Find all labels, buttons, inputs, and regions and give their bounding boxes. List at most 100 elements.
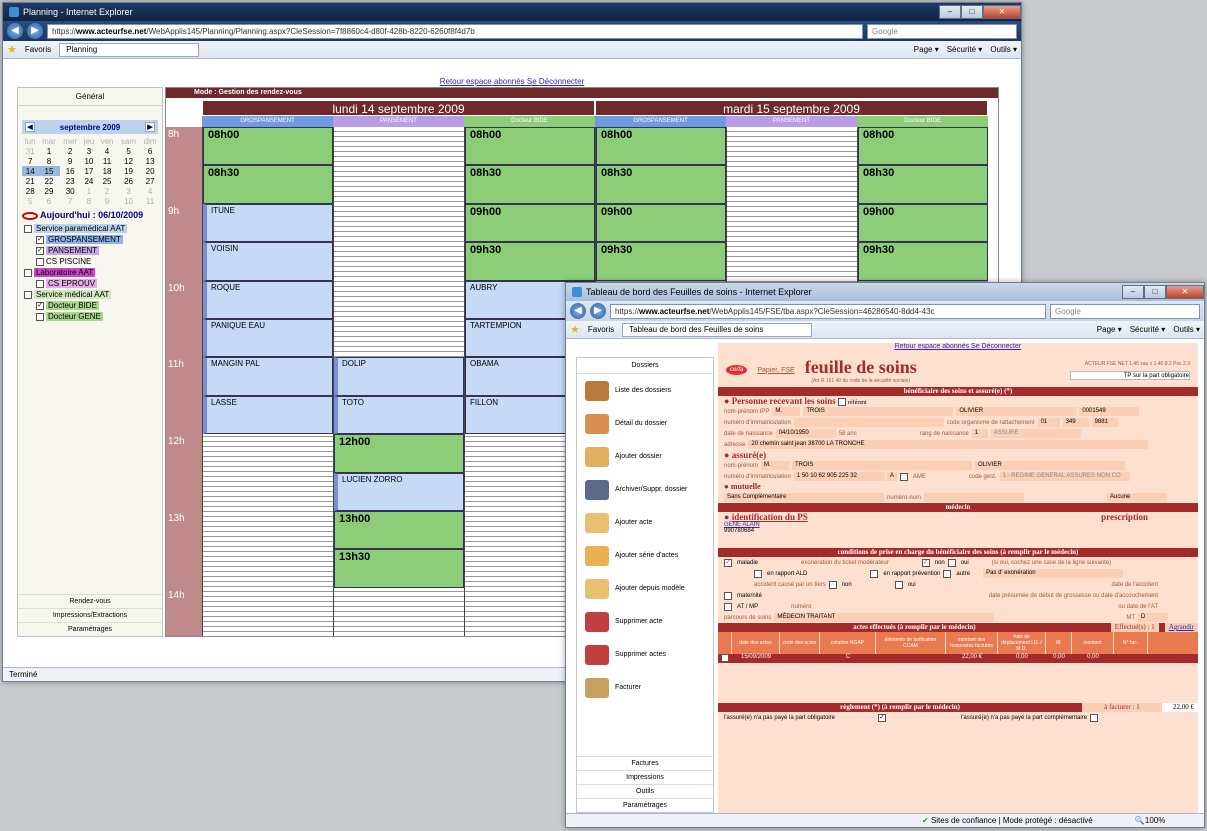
- calendar-day[interactable]: 27: [140, 176, 160, 186]
- dossier-menu-item[interactable]: Ajouter dossier: [577, 440, 713, 473]
- resource-column[interactable]: DOLIP TOTO 12h00 LUCIEN ZORRO 13h00 13h30: [333, 127, 464, 636]
- papier-fse-link[interactable]: Papier, FSE: [757, 367, 794, 374]
- calendar-day[interactable]: 30: [60, 186, 81, 196]
- resource-column[interactable]: 08h00 08h30 ITUNE VOISIN ROQUE PANIQUE EAU MAN…: [202, 127, 333, 636]
- acte-cell[interactable]: 0,00: [998, 654, 1046, 663]
- calendar-day[interactable]: 18: [97, 166, 117, 176]
- calendar-day[interactable]: 9: [97, 196, 117, 206]
- tree-checkbox[interactable]: [36, 312, 44, 321]
- tree-item[interactable]: Service médical AAT: [24, 290, 156, 301]
- appointment-slot[interactable]: 08h30: [596, 165, 726, 204]
- tree-item[interactable]: Service paramédical AAT: [24, 224, 156, 235]
- ipp-field[interactable]: 0001549: [1079, 407, 1140, 416]
- aucune-select[interactable]: Aucune: [1107, 493, 1168, 502]
- exo-non-checkbox[interactable]: ✓: [921, 558, 930, 567]
- appointment-slot[interactable]: 09h00: [596, 203, 726, 243]
- calendar-day[interactable]: 20: [140, 166, 160, 176]
- calendar-day[interactable]: 4: [97, 146, 117, 156]
- naissance-field[interactable]: 04/10/1950: [775, 429, 836, 438]
- acte-cell[interactable]: 0,00: [1072, 654, 1114, 663]
- calendar-day[interactable]: 31: [22, 146, 38, 156]
- calendar-day[interactable]: 26: [117, 176, 140, 186]
- calendar-day[interactable]: 11: [97, 156, 117, 166]
- url-field[interactable]: https://www.acteurfse.net/WebApplis145/F…: [610, 303, 1046, 319]
- dossier-menu-item[interactable]: Archiver/Suppr. dossier: [577, 473, 713, 506]
- calendar-day[interactable]: 10: [117, 196, 140, 206]
- appointment-slot[interactable]: ITUNE: [203, 203, 333, 243]
- ame-checkbox[interactable]: [899, 472, 908, 481]
- tree-item[interactable]: ✓ PANSEMENT: [24, 246, 156, 257]
- numero-nom-field[interactable]: [924, 493, 1025, 502]
- dossier-menu-item[interactable]: Supprimer actes: [577, 638, 713, 671]
- search-input[interactable]: Google: [867, 23, 1017, 39]
- tools-menu[interactable]: Outils ▾: [990, 45, 1017, 54]
- acte-checkbox[interactable]: ✓: [721, 654, 729, 662]
- acte-cell[interactable]: C: [820, 654, 876, 663]
- civilite-select[interactable]: M.: [772, 407, 801, 416]
- tools-menu[interactable]: Outils ▾: [1173, 325, 1200, 334]
- calendar-day[interactable]: 16: [60, 166, 81, 176]
- tab-planning[interactable]: Planning: [59, 42, 200, 57]
- reglement-obligatoire-checkbox[interactable]: ✓: [878, 713, 887, 722]
- minimize-button[interactable]: ‒: [939, 5, 961, 19]
- maximize-button[interactable]: □: [961, 5, 983, 19]
- assure-civilite-select[interactable]: M.: [761, 461, 790, 470]
- org-centre-field[interactable]: 9881: [1091, 418, 1118, 427]
- acte-cell[interactable]: 0,00: [1046, 654, 1072, 663]
- zoom-icon[interactable]: 🔍: [1135, 816, 1145, 825]
- prenom-field[interactable]: OLIVIER: [956, 407, 1077, 416]
- outils-button[interactable]: Outils: [577, 784, 713, 798]
- dossier-menu-item[interactable]: Ajouter série d'actes: [577, 539, 713, 572]
- calendar-day[interactable]: 21: [22, 176, 38, 186]
- calendar-day[interactable]: 7: [60, 196, 81, 206]
- security-menu[interactable]: Sécurité ▾: [947, 45, 983, 54]
- page-menu[interactable]: Page ▾: [914, 45, 939, 54]
- maladie-checkbox[interactable]: ✓: [724, 558, 732, 567]
- appointment-slot[interactable]: 09h30: [858, 242, 988, 281]
- forward-icon[interactable]: ▶: [27, 23, 43, 39]
- tp-select[interactable]: TP sur la part obligatoire: [1070, 370, 1190, 380]
- calendar-day[interactable]: 19: [117, 166, 140, 176]
- appointment-slot[interactable]: TOTO: [334, 395, 464, 435]
- back-icon[interactable]: ◀: [570, 303, 586, 319]
- appointment-slot[interactable]: 13h30: [334, 549, 464, 588]
- assure-prenom-field[interactable]: OLIVIER: [975, 461, 1126, 470]
- accident-non-checkbox[interactable]: [828, 580, 837, 589]
- actes-table-row[interactable]: ✓ 15/09/2009 C 22,00 €0,00 0,00 0,00: [718, 654, 1198, 663]
- favorites-star-icon[interactable]: ★: [7, 43, 17, 56]
- impressions-button[interactable]: Impressions: [577, 770, 713, 784]
- tree-checkbox[interactable]: [36, 279, 44, 288]
- appointment-slot[interactable]: 09h00: [465, 203, 595, 243]
- autre-checkbox[interactable]: [943, 569, 952, 578]
- calendar-day[interactable]: 4: [140, 186, 160, 196]
- appointment-slot[interactable]: 09h00: [858, 203, 988, 243]
- reglement-complementaire-checkbox[interactable]: [1090, 713, 1099, 722]
- gest-select[interactable]: 1 - REGIME GENERAL ASSURES NON CO: [999, 472, 1130, 481]
- impressions-button[interactable]: Impressions/Extractions: [18, 608, 162, 622]
- acte-cell[interactable]: [780, 654, 820, 663]
- tree-checkbox[interactable]: [36, 257, 44, 266]
- calendar-day[interactable]: 29: [38, 186, 59, 196]
- appointment-slot[interactable]: 09h30: [596, 242, 726, 281]
- parametrages-button[interactable]: Paramétrages: [18, 622, 162, 636]
- calendar-day[interactable]: 2: [97, 186, 117, 196]
- tree-item[interactable]: CS PISCINE: [24, 257, 156, 268]
- calendar-day[interactable]: 23: [60, 176, 81, 186]
- forward-icon[interactable]: ▶: [590, 303, 606, 319]
- tree-checkbox[interactable]: [24, 290, 32, 299]
- accident-oui-checkbox[interactable]: [894, 580, 903, 589]
- calendar-day[interactable]: 8: [81, 196, 97, 206]
- url-field[interactable]: https://www.acteurfse.net/WebApplis145/P…: [47, 23, 863, 39]
- close-button[interactable]: ✕: [1166, 285, 1204, 299]
- org-regime-field[interactable]: 01: [1037, 418, 1060, 427]
- appointment-slot[interactable]: ROQUE: [203, 280, 333, 319]
- calendar-day[interactable]: 25: [97, 176, 117, 186]
- calendar-day[interactable]: 10: [81, 156, 97, 166]
- exoneration-select[interactable]: Pas d' exonération: [983, 569, 1124, 578]
- prevention-checkbox[interactable]: [870, 569, 879, 578]
- nom-field[interactable]: TROIS: [803, 407, 954, 416]
- appointment-slot[interactable]: LUCIEN ZORRO: [334, 472, 464, 511]
- appointment-slot[interactable]: 08h00: [858, 127, 988, 166]
- page-menu[interactable]: Page ▾: [1097, 325, 1122, 334]
- calendar-day[interactable]: 3: [81, 146, 97, 156]
